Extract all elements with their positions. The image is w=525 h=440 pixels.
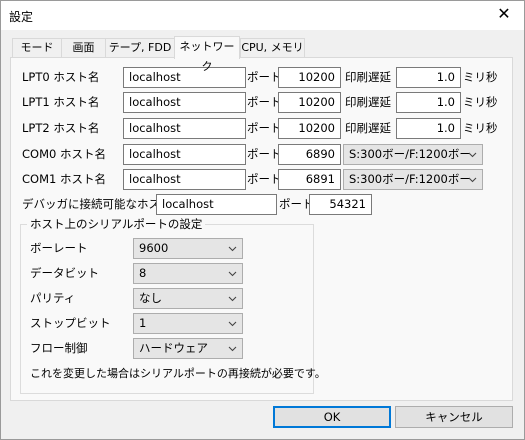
reconnect-note: これを変更した場合はシリアルポートの再接続が必要です。 [30,367,326,380]
lpt2-port-label: ポート [247,121,282,135]
com1-mode-value: S:300ボー/F:1200ボー [349,172,471,186]
parity-value: なし [139,291,162,305]
lpt2-host-input[interactable]: localhost [123,118,246,139]
com1-host-input[interactable]: localhost [123,169,246,190]
com1-port-input[interactable]: 6891 [278,169,341,190]
baud-value: 9600 [139,241,169,255]
com1-port-label: ポート [247,172,282,186]
chevron-down-icon [228,246,237,252]
com0-mode-value: S:300ボー/F:1200ボー [349,147,471,161]
lpt0-ms-label: ミリ秒 [463,70,498,84]
lpt0-port-label: ポート [247,70,282,84]
chevron-down-icon [228,321,237,327]
tab-mode[interactable]: モード [12,38,62,58]
serial-group-title: ホスト上のシリアルポートの設定 [27,216,206,232]
stopbits-label: ストップビット [30,316,111,330]
lpt2-ms-label: ミリ秒 [463,121,498,135]
com0-port-label: ポート [247,147,282,161]
stopbits-select[interactable]: 1 [133,313,243,334]
flow-label: フロー制御 [30,341,88,355]
lpt2-delay-label: 印刷遅延 [345,121,391,135]
lpt2-port-input[interactable]: 10200 [278,118,341,139]
stopbits-value: 1 [139,316,147,330]
com1-mode-select[interactable]: S:300ボー/F:1200ボー [343,169,483,190]
parity-label: パリティ [30,291,76,305]
lpt1-port-input[interactable]: 10200 [278,92,341,113]
close-icon[interactable]: ✕ [492,3,516,25]
chevron-down-icon [468,152,477,158]
lpt1-delay-label: 印刷遅延 [345,95,391,109]
flow-value: ハードウェア [139,341,208,355]
lpt0-label: LPT0 ホスト名 [22,70,100,84]
ok-button[interactable]: OK [273,406,391,428]
lpt0-host-input[interactable]: localhost [123,67,246,88]
chevron-down-icon [228,346,237,352]
databits-label: データビット [30,266,99,280]
chevron-down-icon [468,177,477,183]
com0-host-input[interactable]: localhost [123,144,246,165]
lpt1-port-label: ポート [247,95,282,109]
window-title: 設定 [9,10,34,24]
databits-value: 8 [139,266,147,280]
debugger-host-label: デバッガに接続可能なホスト [22,197,172,211]
lpt0-delay-input[interactable]: 1.0 [396,67,461,88]
chevron-down-icon [228,271,237,277]
tab-cpu-memory[interactable]: CPU, メモリ [240,38,305,58]
com0-port-input[interactable]: 6890 [278,144,341,165]
lpt0-port-input[interactable]: 10200 [278,67,341,88]
parity-select[interactable]: なし [133,288,243,309]
databits-select[interactable]: 8 [133,263,243,284]
lpt2-delay-input[interactable]: 1.0 [396,118,461,139]
com0-label: COM0 ホスト名 [22,147,106,161]
baud-label: ボーレート [30,241,88,255]
baud-select[interactable]: 9600 [133,238,243,259]
debugger-port-input[interactable]: 54321 [309,194,372,215]
com1-label: COM1 ホスト名 [22,172,106,186]
tab-screen[interactable]: 画面 [61,38,106,58]
tab-network[interactable]: ネットワーク [174,36,240,73]
lpt1-host-input[interactable]: localhost [123,92,246,113]
chevron-down-icon [228,296,237,302]
lpt2-label: LPT2 ホスト名 [22,121,100,135]
lpt1-label: LPT1 ホスト名 [22,95,100,109]
title-bar [0,0,525,30]
com0-mode-select[interactable]: S:300ボー/F:1200ボー [343,144,483,165]
tab-tape-fdd[interactable]: テープ, FDD [105,38,175,58]
lpt1-ms-label: ミリ秒 [463,95,498,109]
flow-select[interactable]: ハードウェア [133,338,243,359]
lpt1-delay-input[interactable]: 1.0 [396,92,461,113]
lpt0-delay-label: 印刷遅延 [345,70,391,84]
debugger-host-input[interactable]: localhost [156,194,277,215]
cancel-button[interactable]: キャンセル [395,406,513,428]
